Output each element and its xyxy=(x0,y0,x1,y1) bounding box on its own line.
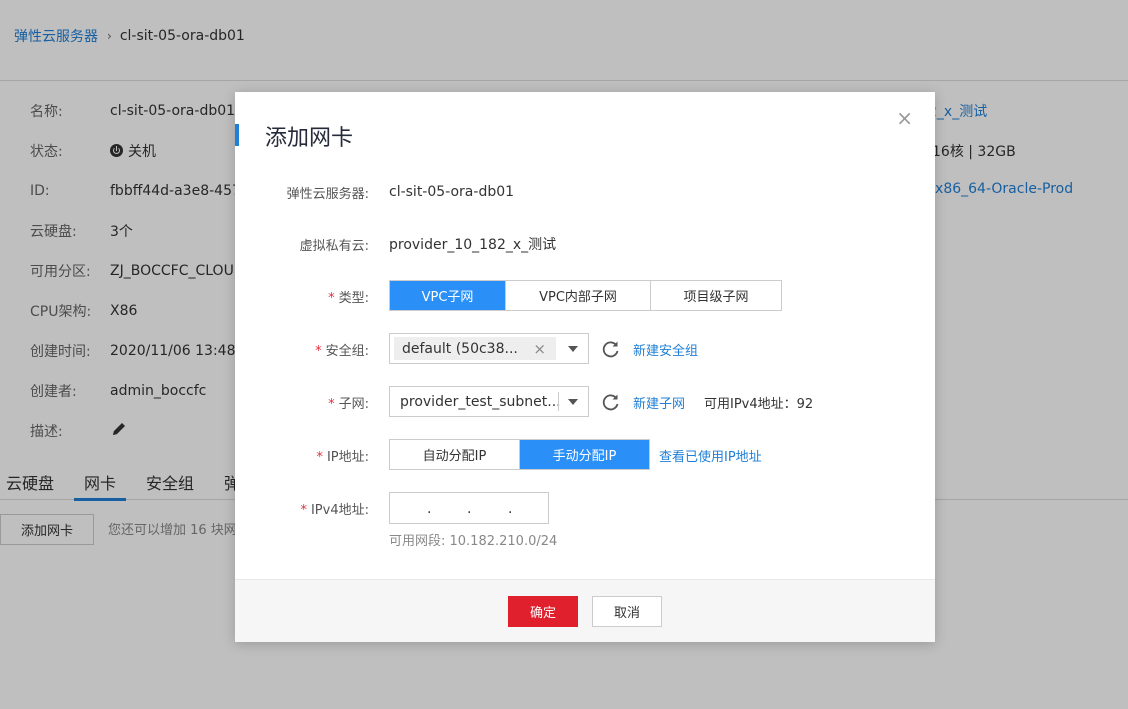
refresh-icon[interactable] xyxy=(601,392,621,412)
vpc-value: provider_10_182_x_测试 xyxy=(389,237,557,253)
confirm-button[interactable]: 确定 xyxy=(508,596,578,627)
security-group-select[interactable]: default (50c38... × xyxy=(389,333,589,364)
field-vpc: 虚拟私有云: provider_10_182_x_测试 xyxy=(235,228,935,260)
select-divider xyxy=(558,392,559,411)
ipv4-separator: . xyxy=(508,501,513,517)
vpc-label: 虚拟私有云: xyxy=(299,238,369,254)
ipv4-input[interactable]: . . . xyxy=(389,492,549,524)
subnet-label: * 子网: xyxy=(328,396,369,412)
type-option-vpc-internal-subnet[interactable]: VPC内部子网 xyxy=(506,281,651,310)
ipv4-separator: . xyxy=(427,501,432,517)
ip-mode-segmented-control: 自动分配IP 手动分配IP xyxy=(389,439,650,470)
view-used-ip-link[interactable]: 查看已使用IP地址 xyxy=(659,446,762,465)
required-mark: * xyxy=(300,502,307,518)
required-mark: * xyxy=(328,290,335,306)
required-mark: * xyxy=(316,449,323,465)
ip-option-auto[interactable]: 自动分配IP xyxy=(390,440,520,469)
type-option-project-subnet[interactable]: 项目级子网 xyxy=(651,281,781,310)
field-ipv4-address: * IPv4地址: . . . xyxy=(235,492,935,524)
security-group-tag-text: default (50c38... xyxy=(402,340,518,357)
refresh-icon[interactable] xyxy=(601,339,621,359)
ecs-label: 弹性云服务器: xyxy=(286,186,369,202)
ipv4-separator: . xyxy=(467,501,472,517)
add-nic-dialog: 添加网卡 × 弹性云服务器: cl-sit-05-ora-db01 虚拟私有云:… xyxy=(235,92,935,642)
subnet-select[interactable]: provider_test_subnet... xyxy=(389,386,589,417)
ip-option-manual[interactable]: 手动分配IP xyxy=(520,440,649,469)
close-icon[interactable]: × xyxy=(896,106,913,130)
cancel-button[interactable]: 取消 xyxy=(592,596,662,627)
type-option-vpc-subnet[interactable]: VPC子网 xyxy=(390,281,506,310)
chevron-down-icon[interactable] xyxy=(568,346,578,352)
field-type: * 类型: VPC子网 VPC内部子网 项目级子网 xyxy=(235,280,935,312)
subnet-select-value: provider_test_subnet... xyxy=(400,393,561,410)
required-mark: * xyxy=(315,343,322,359)
available-cidr-hint: 可用网段: 10.182.210.0/24 xyxy=(389,534,558,549)
field-security-group: * 安全组: default (50c38... × 新建安全组 xyxy=(235,333,935,365)
security-group-tag: default (50c38... × xyxy=(394,337,556,360)
ip-address-label: * IP地址: xyxy=(316,449,369,465)
field-ip-address: * IP地址: 自动分配IP 手动分配IP 查看已使用IP地址 xyxy=(235,439,935,471)
type-segmented-control: VPC子网 VPC内部子网 项目级子网 xyxy=(389,280,782,311)
dialog-title: 添加网卡 xyxy=(265,126,354,151)
ipv4-label: * IPv4地址: xyxy=(300,502,369,518)
tag-remove-icon[interactable]: × xyxy=(533,340,546,358)
ecs-value: cl-sit-05-ora-db01 xyxy=(389,184,515,200)
field-ecs: 弹性云服务器: cl-sit-05-ora-db01 xyxy=(235,176,935,208)
dialog-footer: 确定 取消 xyxy=(235,579,935,642)
required-mark: * xyxy=(328,396,335,412)
new-subnet-link[interactable]: 新建子网 xyxy=(633,393,685,412)
new-security-group-link[interactable]: 新建安全组 xyxy=(633,340,698,359)
chevron-down-icon[interactable] xyxy=(568,399,578,405)
title-accent-bar xyxy=(235,124,239,146)
available-ipv4-count: 可用IPv4地址：92 xyxy=(704,396,814,412)
security-group-label: * 安全组: xyxy=(315,343,369,359)
field-subnet: * 子网: provider_test_subnet... 新建子网 可用IPv4… xyxy=(235,386,935,418)
type-label: * 类型: xyxy=(328,290,369,306)
